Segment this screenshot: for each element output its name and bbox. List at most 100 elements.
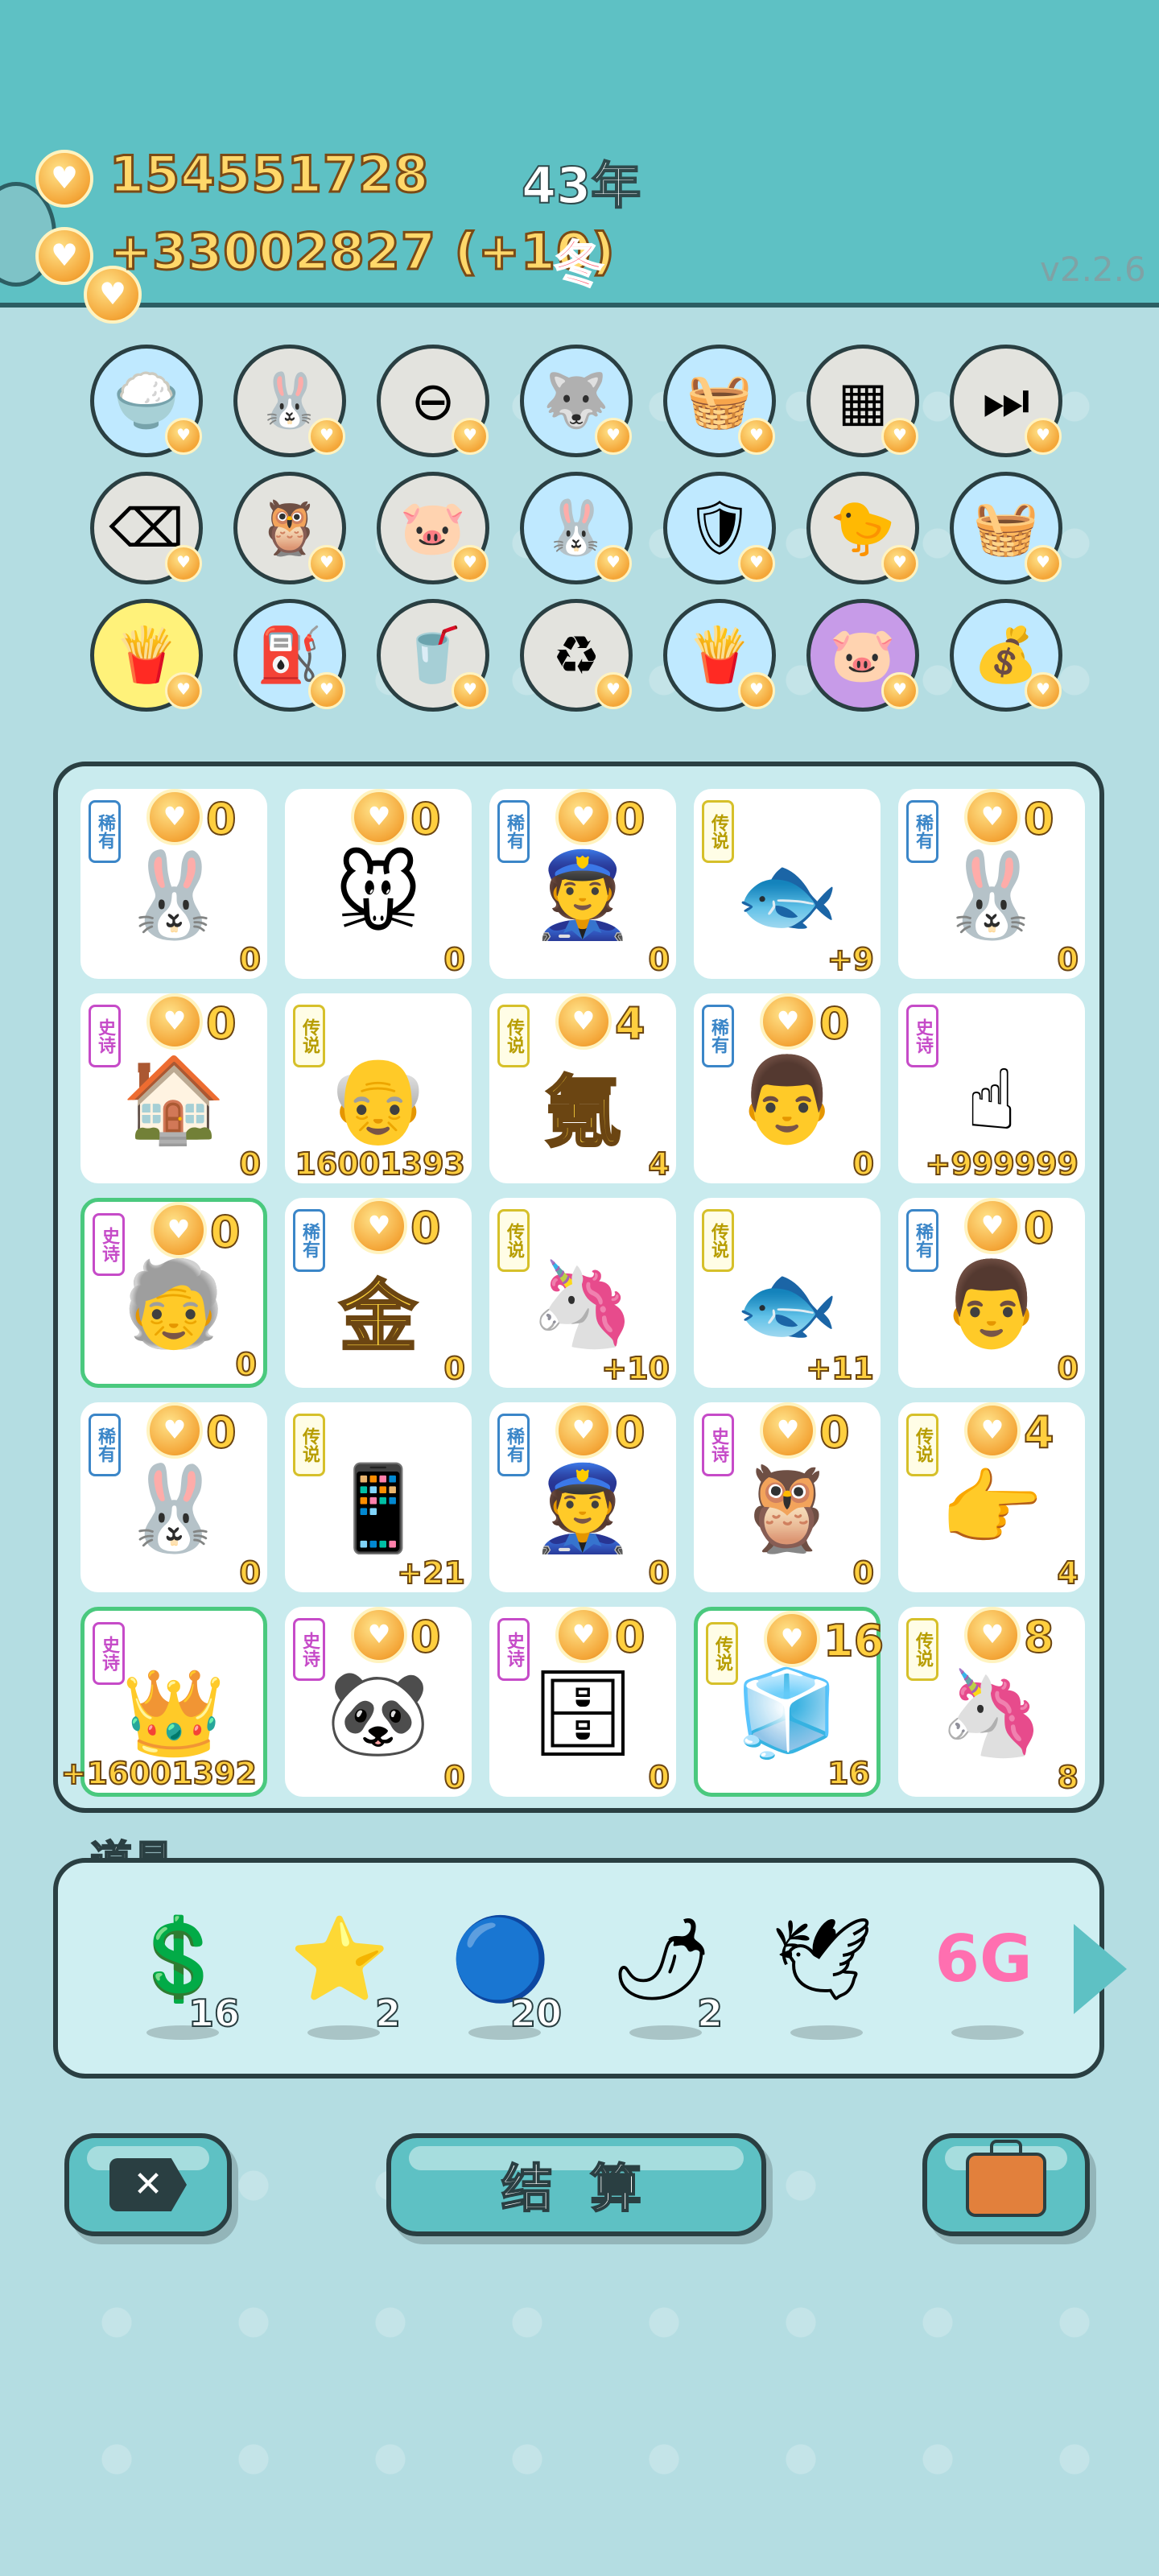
card-top-value: 0: [209, 1206, 241, 1258]
heart-coin-icon: ♥: [738, 672, 775, 709]
board-card[interactable]: 传说 📱 +21: [285, 1402, 472, 1592]
heart-coin-icon: [35, 227, 93, 285]
board-card[interactable]: 传说氪 ♥ 4 4: [489, 993, 676, 1183]
pointing-hand-icon: ☝: [966, 1051, 1017, 1150]
rarity-tag: 史诗: [906, 1005, 938, 1067]
old-man-hat-icon: 🧓: [122, 1254, 226, 1353]
board-card[interactable]: 史诗 👑 +16001392: [60, 1607, 267, 1797]
rarity-tag: 传说: [906, 1414, 938, 1476]
tool-twin-pigs-button[interactable]: 🐷 ♥: [806, 599, 919, 712]
board-card[interactable]: 传说 🐟 +9: [694, 789, 881, 979]
tool-remove-button[interactable]: ⊖ ♥: [377, 345, 489, 457]
item-shadow: [951, 2025, 1024, 2040]
server-icon: 🗄: [529, 1663, 637, 1762]
rarity-tag: 稀有: [702, 1005, 734, 1067]
item-slot[interactable]: ⭐ 2: [283, 1911, 402, 2040]
tool-rabbit-button[interactable]: 🐰 ♥: [520, 472, 633, 584]
tool-chick-egg-button[interactable]: 🐤 ♥: [806, 472, 919, 584]
tool-fries-button[interactable]: 🍟 ♥: [663, 599, 776, 712]
inventory-button[interactable]: [922, 2133, 1090, 2236]
heart-coin-icon: ♥: [881, 418, 918, 455]
tool-fries-button[interactable]: 🍟 ♥: [90, 599, 203, 712]
tool-fruit-basket-button[interactable]: 🧺 ♥: [663, 345, 776, 457]
card-bottom-value: 0: [443, 1759, 466, 1796]
board-card[interactable]: 传说 👉 ♥ 4 4: [898, 1402, 1085, 1592]
remove-button[interactable]: ✕: [64, 2133, 232, 2236]
card-top-value: 0: [614, 1406, 646, 1459]
card-top-value: 0: [819, 997, 851, 1050]
card-bottom-value: 4: [648, 1146, 670, 1183]
heart-coin-icon: ♥: [555, 789, 612, 845]
item-slot[interactable]: 🌶 2: [605, 1911, 724, 2040]
briefcase-icon: [966, 2140, 1046, 2217]
board-card[interactable]: 稀有 👮 ♥ 0 0: [489, 789, 676, 979]
board-card[interactable]: 稀有 👮 ♥ 0 0: [489, 1402, 676, 1592]
heart-coin-icon: ♥: [555, 993, 612, 1050]
tool-sack-button[interactable]: 💰 ♥: [950, 599, 1062, 712]
tool-delete-tag-button[interactable]: ⌫ ♥: [90, 472, 203, 584]
board-card[interactable]: 🐭 ♥ 0 0: [285, 789, 472, 979]
tool-rabbit-button[interactable]: 🐰 ♥: [233, 345, 346, 457]
tool-skip-button[interactable]: ⏭ ♥: [950, 345, 1062, 457]
settle-button[interactable]: 结 算: [386, 2133, 766, 2236]
board-card[interactable]: 传说 🦄 ♥ 8 8: [898, 1607, 1085, 1797]
heart-coin-icon: ♥: [555, 1607, 612, 1663]
heart-coin-icon: ♥: [595, 545, 632, 582]
tool-bubble-tea-button[interactable]: 🥤 ♥: [377, 599, 489, 712]
board-card[interactable]: 史诗 🧓 ♥ 0 0: [80, 1198, 267, 1388]
rarity-tag: 史诗: [497, 1618, 530, 1681]
heart-coin-icon: ♥: [555, 1402, 612, 1459]
police-icon: 👮: [530, 1459, 635, 1558]
board-card[interactable]: 稀有 🐰 ♥ 0 0: [898, 789, 1085, 979]
board-card[interactable]: 传说 🧊 ♥ 16 16: [694, 1607, 885, 1797]
heart-coin-icon: ♥: [964, 1607, 1021, 1663]
board-card[interactable]: 传说 🐟 +11: [694, 1198, 881, 1388]
tool-husky-button[interactable]: 🐺 ♥: [520, 345, 633, 457]
bald-man-icon: 👨: [735, 1050, 839, 1149]
tool-pump-button[interactable]: ⛽ ♥: [233, 599, 346, 712]
rarity-tag: 稀有: [497, 1414, 530, 1476]
board-card[interactable]: 史诗 🦉 ♥ 0 0: [694, 1402, 881, 1592]
tool-shield-wrench-button[interactable]: 🛡 ♥: [663, 472, 776, 584]
item-slot[interactable]: 🔵 20: [444, 1911, 563, 2040]
card-top-value: 0: [819, 1406, 851, 1459]
item-slot[interactable]: 🕊: [766, 1911, 879, 2040]
board-card[interactable]: 史诗 🗄 ♥ 0 0: [489, 1607, 676, 1797]
board-card[interactable]: 史诗 ☝ +999999: [898, 993, 1085, 1183]
gold-badge-icon: 金: [339, 1271, 419, 1364]
year-counter: 43年: [521, 155, 641, 216]
board-card[interactable]: 稀有 👨 ♥ 0 0: [898, 1198, 1085, 1388]
tool-fruit-basket-button[interactable]: 🧺 ♥: [950, 472, 1062, 584]
heart-coin-icon: ♥: [165, 418, 202, 455]
card-bottom-value: +16001392: [60, 1755, 258, 1792]
board-card[interactable]: 传说 👴 16001393: [285, 993, 472, 1183]
tool-rice-bowl-button[interactable]: 🍚 ♥: [90, 345, 203, 457]
board-card[interactable]: 史诗 🐼 ♥ 0 0: [285, 1607, 472, 1797]
season-label: 冬: [553, 234, 604, 295]
tool-recycle-button[interactable]: ♻ ♥: [520, 599, 633, 712]
board-card[interactable]: 稀有 🐰 ♥ 0 0: [80, 1402, 267, 1592]
item-shadow: [629, 2025, 702, 2040]
heart-coin-icon: ♥: [1025, 672, 1062, 709]
rarity-tag: 传说: [497, 1209, 530, 1272]
board-card[interactable]: 史诗 🏠 ♥ 0 0: [80, 993, 267, 1183]
tool-owl-button[interactable]: 🦉 ♥: [233, 472, 346, 584]
fridge-icon: 🧊: [735, 1663, 839, 1762]
tool-twin-pigs-button[interactable]: 🐷 ♥: [377, 472, 489, 584]
board-card[interactable]: 稀有 👨 ♥ 0 0: [694, 993, 881, 1183]
board-card[interactable]: 传说 🦄 +10: [489, 1198, 676, 1388]
heart-coin-icon: ♥: [881, 545, 918, 582]
tool-blocks-button[interactable]: ▦ ♥: [806, 345, 919, 457]
item-slot[interactable]: 6G: [927, 1911, 1040, 2040]
money-total: 154551728: [108, 144, 430, 205]
rarity-tag: 稀有: [89, 800, 121, 863]
rabbit-icon: 🐰: [939, 845, 1044, 944]
mouse-icon: 🐭: [334, 846, 423, 945]
heart-coin-icon: ♥: [351, 789, 407, 845]
board-card[interactable]: 稀有金 ♥ 0 0: [285, 1198, 472, 1388]
next-arrow-icon[interactable]: [1074, 1924, 1127, 2014]
board-card[interactable]: 稀有 🐰 ♥ 0 0: [80, 789, 267, 979]
card-bottom-value: 16001393: [294, 1146, 466, 1183]
item-slot[interactable]: 💲 16: [122, 1911, 241, 2040]
heart-coin-icon: ♥: [964, 789, 1021, 845]
